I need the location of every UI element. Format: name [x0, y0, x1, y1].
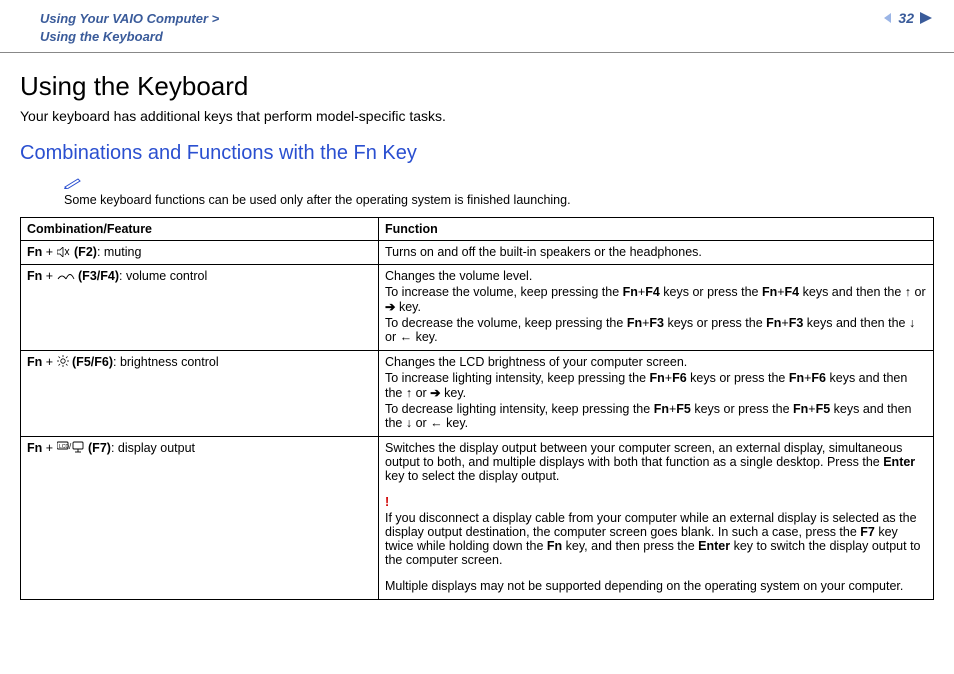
fn-label: Fn	[27, 355, 42, 369]
table-row: Fn + LCD / (F7): display output Switches…	[21, 437, 934, 600]
combo-cell: Fn + (F3/F4): volume control	[21, 265, 379, 351]
col-header-combination: Combination/Feature	[21, 218, 379, 241]
col-header-function: Function	[379, 218, 934, 241]
combo-cell: Fn + (F5/F6): brightness control	[21, 351, 379, 437]
function-text: To increase lighting intensity, keep pre…	[385, 371, 927, 400]
next-page-icon[interactable]	[918, 11, 934, 25]
function-text: If you disconnect a display cable from y…	[385, 511, 927, 567]
arrow-left-icon: ←	[400, 330, 413, 344]
table-row: Fn + (F2): muting Turns on and off the b…	[21, 241, 934, 265]
function-text: Changes the volume level.	[385, 269, 927, 283]
breadcrumb-line1: Using Your VAIO Computer >	[40, 11, 219, 26]
arrow-down-icon: ↓	[909, 316, 915, 330]
intro-text: Your keyboard has additional keys that p…	[20, 108, 934, 124]
function-cell: Changes the LCD brightness of your compu…	[379, 351, 934, 437]
function-text: To decrease lighting intensity, keep pre…	[385, 402, 927, 430]
key-label: (F2)	[74, 245, 97, 259]
svg-text:LCD: LCD	[59, 444, 69, 450]
arrow-right-icon: ➔	[385, 300, 395, 314]
key-label: (F7)	[88, 441, 111, 455]
volume-icon	[57, 270, 75, 284]
key-label: (F3/F4)	[78, 269, 119, 283]
page-title: Using the Keyboard	[20, 71, 934, 102]
function-text: Changes the LCD brightness of your compu…	[385, 355, 927, 369]
function-text: Switches the display output between your…	[385, 441, 927, 483]
pencil-icon	[64, 177, 82, 192]
note-block: Some keyboard functions can be used only…	[64, 177, 934, 207]
function-cell: Turns on and off the built-in speakers o…	[379, 241, 934, 265]
function-text: Multiple displays may not be supported d…	[385, 579, 927, 593]
mute-icon	[57, 246, 71, 260]
key-label: (F5/F6)	[72, 355, 113, 369]
table-row: Fn + (F3/F4): volume control Changes the…	[21, 265, 934, 351]
note-text: Some keyboard functions can be used only…	[64, 193, 571, 207]
breadcrumb-line2: Using the Keyboard	[40, 29, 163, 44]
warning-icon: !	[385, 495, 389, 509]
display-icon: LCD /	[57, 441, 85, 456]
brightness-icon	[57, 355, 69, 370]
combo-desc: : display output	[111, 441, 195, 455]
fn-label: Fn	[27, 269, 42, 283]
function-text: To decrease the volume, keep pressing th…	[385, 316, 927, 344]
function-cell: Switches the display output between your…	[379, 437, 934, 600]
arrow-left-icon: ←	[430, 416, 443, 430]
content: Using the Keyboard Your keyboard has add…	[0, 53, 954, 600]
table-row: Fn + (F5/F6): brightness control Changes…	[21, 351, 934, 437]
page-nav: 32	[882, 10, 934, 26]
combo-desc: : volume control	[119, 269, 207, 283]
combo-cell: Fn + (F2): muting	[21, 241, 379, 265]
arrow-right-icon: ➔	[430, 386, 440, 400]
fn-label: Fn	[27, 245, 42, 259]
prev-page-icon[interactable]	[882, 12, 894, 24]
section-heading: Combinations and Functions with the Fn K…	[20, 142, 934, 165]
fn-label: Fn	[27, 441, 42, 455]
table-header-row: Combination/Feature Function	[21, 218, 934, 241]
fn-key-table: Combination/Feature Function Fn + (F2): …	[20, 217, 934, 600]
page-number: 32	[898, 10, 914, 26]
combo-desc: : brightness control	[113, 355, 219, 369]
combo-desc: : muting	[97, 245, 141, 259]
function-text: To increase the volume, keep pressing th…	[385, 285, 927, 314]
page-header: Using Your VAIO Computer > Using the Key…	[0, 0, 954, 53]
breadcrumb: Using Your VAIO Computer > Using the Key…	[40, 10, 219, 46]
function-text: Turns on and off the built-in speakers o…	[385, 245, 702, 259]
combo-cell: Fn + LCD / (F7): display output	[21, 437, 379, 600]
function-cell: Changes the volume level. To increase th…	[379, 265, 934, 351]
svg-text:/: /	[69, 442, 72, 451]
